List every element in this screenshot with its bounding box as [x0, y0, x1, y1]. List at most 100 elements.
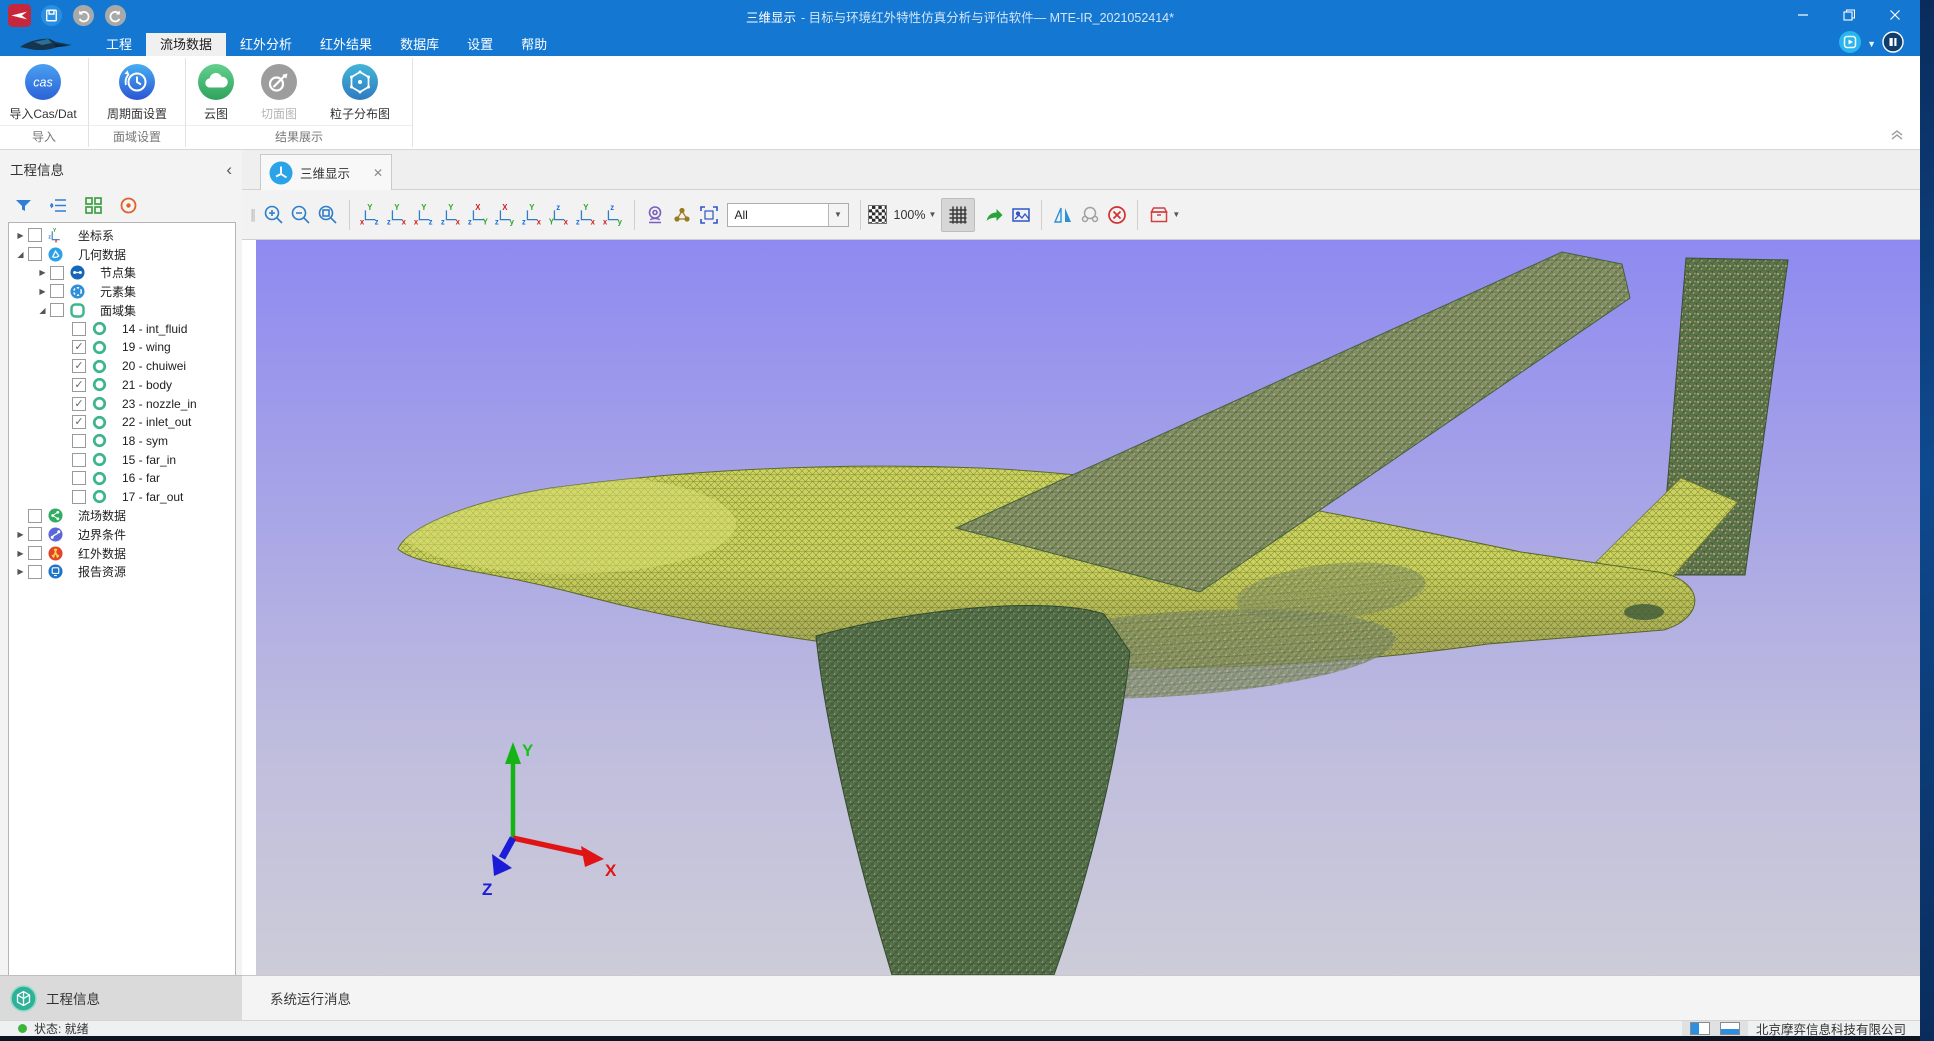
tree-item[interactable]: 14 - int_fluid	[9, 319, 235, 338]
tree-item-label[interactable]: 22 - inlet_out	[122, 415, 191, 429]
tree-item[interactable]: 15 - far_in	[9, 450, 235, 469]
tree-item-label[interactable]: 流场数据	[78, 507, 126, 524]
zoom-fit-icon[interactable]	[315, 201, 342, 228]
view-right-icon[interactable]: zxY	[438, 201, 465, 228]
tree-item[interactable]: ▶Yzx坐标系	[9, 226, 235, 245]
archive-box-icon[interactable]	[1145, 201, 1172, 228]
tree-checkbox[interactable]	[72, 434, 86, 448]
clear-scene-icon[interactable]	[1103, 201, 1130, 228]
view-iso-4-icon[interactable]: xyz	[600, 201, 627, 228]
view-iso-2-icon[interactable]: Yxz	[546, 201, 573, 228]
locate-target-icon[interactable]	[117, 194, 139, 216]
tree-item[interactable]: ▶ 报告资源	[9, 562, 235, 581]
particle-trace-icon[interactable]	[669, 201, 696, 228]
tree-expand-icon[interactable]: ▶	[13, 549, 28, 558]
tree-checkbox[interactable]: ✓	[72, 378, 86, 392]
tree-checkbox[interactable]: ✓	[72, 415, 86, 429]
tree-item-label[interactable]: 23 - nozzle_in	[122, 397, 197, 411]
tree-checkbox[interactable]	[72, 322, 86, 336]
style-dropdown-caret[interactable]: ▼	[1867, 39, 1876, 49]
toolbar-drag-handle[interactable]: ∥	[250, 207, 255, 223]
tree-checkbox[interactable]: ✓	[72, 359, 86, 373]
tree-checkbox[interactable]	[72, 453, 86, 467]
particle-distribution-button[interactable]: 粒子分布图	[312, 61, 408, 122]
tree-item-label[interactable]: 元素集	[100, 283, 136, 300]
tree-item-label[interactable]: 报告资源	[78, 563, 126, 580]
camera-view-icon[interactable]	[642, 201, 669, 228]
export-share-icon[interactable]	[980, 201, 1007, 228]
tree-checkbox[interactable]: ✓	[72, 397, 86, 411]
close-button[interactable]	[1872, 0, 1918, 30]
menu-item-ir-analysis[interactable]: 红外分析	[226, 33, 306, 56]
mirror-icon[interactable]	[1049, 201, 1076, 228]
tree-item[interactable]: ▶ 元素集	[9, 282, 235, 301]
tree-item[interactable]: ▶ 节点集	[9, 263, 235, 282]
menu-item-database[interactable]: 数据库	[386, 33, 453, 56]
tree-expand-icon[interactable]: ◢	[35, 306, 50, 315]
minimize-button[interactable]	[1780, 0, 1826, 30]
viewport-3d[interactable]: Y X Z	[256, 240, 1920, 975]
tree-item-label[interactable]: 坐标系	[78, 227, 114, 244]
zoom-in-icon[interactable]	[261, 201, 288, 228]
opacity-caret-icon[interactable]: ▼	[928, 210, 936, 219]
tree-expand-icon[interactable]: ▶	[13, 530, 28, 539]
tree-item[interactable]: 17 - far_out	[9, 488, 235, 507]
layout-left-panel-icon[interactable]	[1690, 1022, 1710, 1035]
periodic-surface-button[interactable]: 周期面设置	[90, 61, 184, 122]
tree-checkbox[interactable]	[50, 284, 64, 298]
menu-item-project[interactable]: 工程	[92, 33, 146, 56]
tree-item-label[interactable]: 几何数据	[78, 246, 126, 263]
view-bottom-icon[interactable]: zyX	[492, 201, 519, 228]
archive-caret-icon[interactable]: ▼	[1172, 210, 1180, 219]
tree-item-label[interactable]: 20 - chuiwei	[122, 359, 186, 373]
tree-item-label[interactable]: 21 - body	[122, 378, 172, 392]
view-iso-3-icon[interactable]: zxY	[573, 201, 600, 228]
tree-item[interactable]: ✓ 23 - nozzle_in	[9, 394, 235, 413]
tree-expand-icon[interactable]: ▶	[35, 268, 50, 277]
filter-icon[interactable]	[12, 194, 34, 216]
tree-item-label[interactable]: 节点集	[100, 264, 136, 281]
tree-item-label[interactable]: 边界条件	[78, 526, 126, 543]
tree-checkbox[interactable]: ✓	[72, 340, 86, 354]
opacity-checker-icon[interactable]	[868, 205, 887, 224]
view-back-icon[interactable]: zxY	[384, 201, 411, 228]
tree-expand-icon[interactable]: ▶	[13, 231, 28, 240]
menu-item-ir-results[interactable]: 红外结果	[306, 33, 386, 56]
view-iso-1-icon[interactable]: zxY	[519, 201, 546, 228]
tree-item-label[interactable]: 红外数据	[78, 545, 126, 562]
menu-item-flow-data[interactable]: 流场数据	[146, 33, 226, 56]
tree-item[interactable]: 18 - sym	[9, 432, 235, 451]
language-button[interactable]	[1882, 31, 1904, 58]
tree-expand-icon[interactable]: ▶	[35, 287, 50, 296]
tree-checkbox[interactable]	[28, 509, 42, 523]
tree-item[interactable]: ◢ 面域集	[9, 301, 235, 320]
view-front-icon[interactable]: xzY	[357, 201, 384, 228]
view-left-icon[interactable]: xzY	[411, 201, 438, 228]
tree-item[interactable]: ◢ 几何数据	[9, 245, 235, 264]
list-view-icon[interactable]	[47, 194, 69, 216]
restore-button[interactable]	[1826, 0, 1872, 30]
tree-item[interactable]: 流场数据	[9, 506, 235, 525]
tree-item[interactable]: 16 - far	[9, 469, 235, 488]
tree-checkbox[interactable]	[28, 546, 42, 560]
snapshot-image-icon[interactable]	[1007, 201, 1034, 228]
tab-3d-display[interactable]: 三维显示 ✕	[260, 154, 392, 190]
view-top-icon[interactable]: zYX	[465, 201, 492, 228]
tree-item-label[interactable]: 18 - sym	[122, 434, 168, 448]
display-filter-combobox[interactable]: All ▼	[727, 203, 849, 227]
tree-expand-icon[interactable]: ◢	[13, 250, 28, 259]
tree-item[interactable]: ▶ 红外数据	[9, 544, 235, 563]
tree-checkbox[interactable]	[50, 266, 64, 280]
tree-checkbox[interactable]	[28, 228, 42, 242]
import-cas-dat-button[interactable]: cas 导入Cas/Dat	[0, 61, 86, 122]
surface-group-icon[interactable]	[1076, 201, 1103, 228]
tree-checkbox[interactable]	[28, 565, 42, 579]
section-box-icon[interactable]	[696, 201, 723, 228]
tree-item-label[interactable]: 面域集	[100, 302, 136, 319]
tree-item[interactable]: ✓ 22 - inlet_out	[9, 413, 235, 432]
menu-item-settings[interactable]: 设置	[453, 33, 507, 56]
tree-item[interactable]: ✓ 21 - body	[9, 376, 235, 395]
tree-expand-icon[interactable]: ▶	[13, 567, 28, 576]
tree-item-label[interactable]: 16 - far	[122, 471, 160, 485]
tree-item[interactable]: ✓ 20 - chuiwei	[9, 357, 235, 376]
